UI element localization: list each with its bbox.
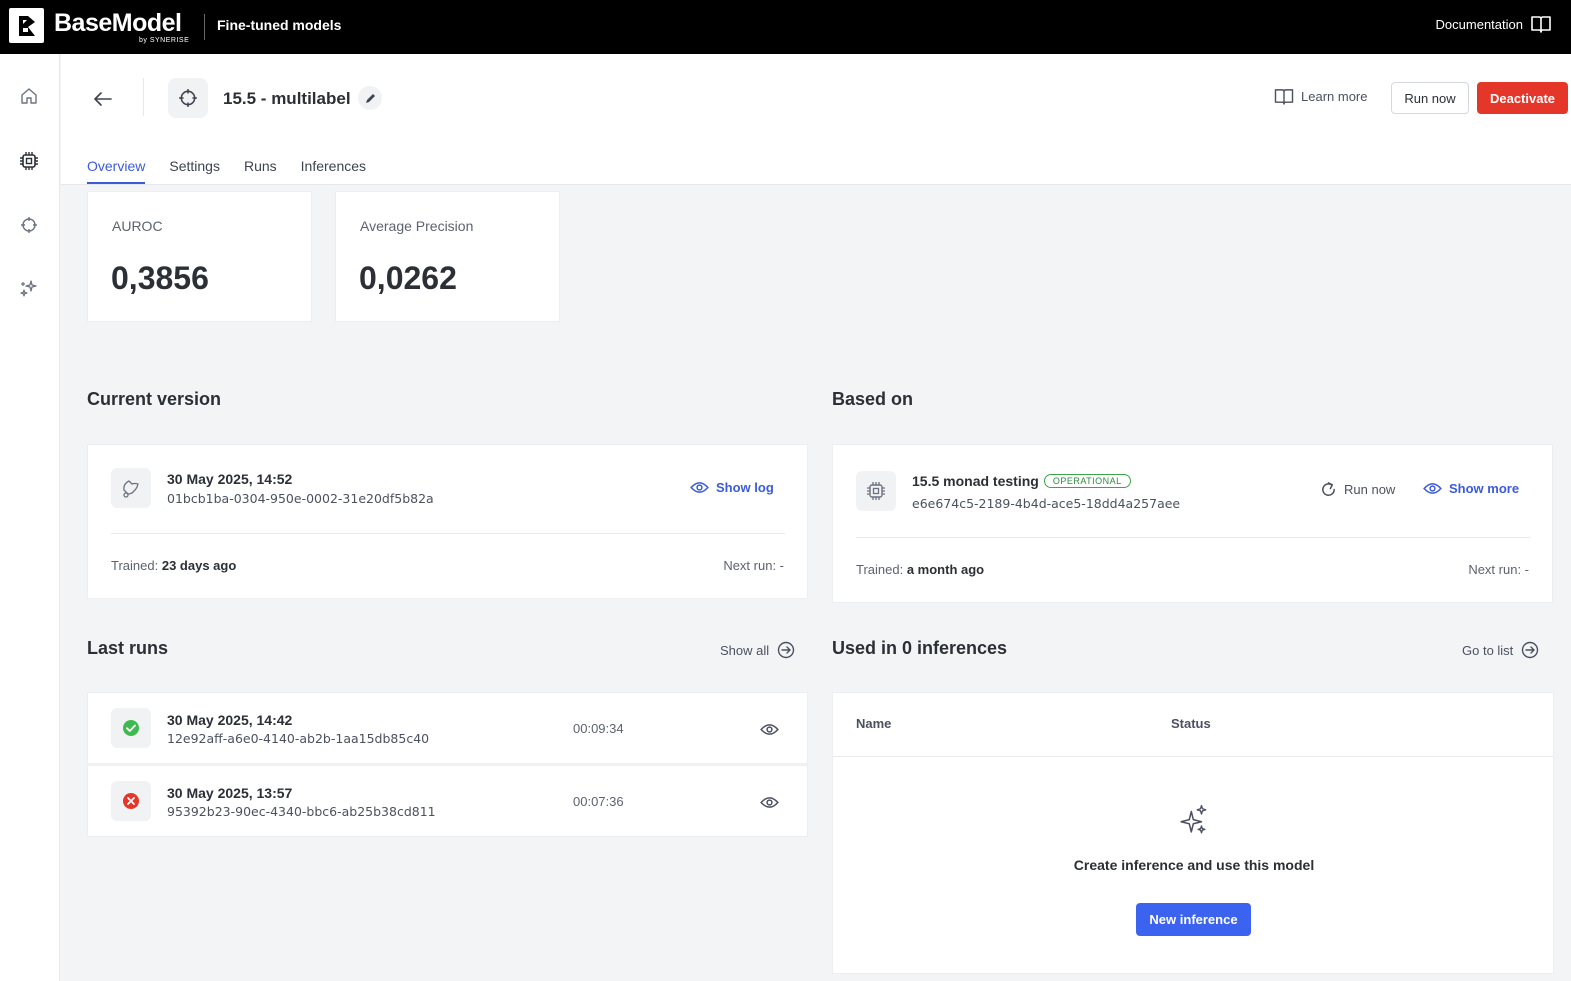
header-divider	[143, 78, 144, 116]
base-model-id: e6e674c5-2189-4b4d-ace5-18dd4a257aee	[912, 496, 1181, 511]
tab-overview[interactable]: Overview	[87, 158, 146, 184]
show-all-link[interactable]: Show all	[720, 641, 795, 659]
run-now-button[interactable]: Run now	[1391, 82, 1469, 114]
inferences-table: Name Status Create inference and use thi…	[832, 692, 1554, 974]
column-header-name[interactable]: Name	[856, 716, 891, 731]
go-to-list-label: Go to list	[1462, 642, 1514, 658]
empty-state-text: Create inference and use this model	[1073, 857, 1315, 873]
book-icon	[1274, 89, 1294, 105]
card-divider	[111, 533, 785, 534]
top-bar: BaseModel by SYNERISE Fine-tuned models …	[0, 0, 1571, 54]
run-row[interactable]: 30 May 2025, 13:57 95392b23-90ec-4340-bb…	[87, 765, 808, 837]
based-on-heading: Based on	[832, 389, 914, 409]
view-run-eye-icon[interactable]	[759, 792, 779, 812]
book-icon	[1531, 16, 1551, 33]
side-nav	[0, 54, 60, 981]
based-on-card: 15.5 monad testing OPERATIONAL e6e674c5-2…	[832, 444, 1553, 603]
crosshair-icon[interactable]	[18, 214, 40, 236]
run-now-label: Run now	[1344, 482, 1396, 497]
topbar-divider	[204, 14, 205, 40]
current-version-heading: Current version	[87, 389, 222, 409]
tab-runs[interactable]: Runs	[244, 158, 277, 184]
brand-subtitle: by SYNERISE	[139, 37, 190, 44]
show-more-label: Show more	[1449, 481, 1520, 496]
run-duration: 00:09:34	[573, 721, 624, 736]
go-to-list-link[interactable]: Go to list	[1462, 641, 1539, 659]
version-id: 01bcb1ba-0304-950e-0002-31e20df5b82a	[167, 491, 434, 506]
trained-value: 23 days ago	[161, 558, 237, 573]
chip-icon[interactable]	[18, 150, 40, 172]
learn-more-label: Learn more	[1301, 89, 1368, 104]
show-log-label: Show log	[716, 480, 774, 495]
trained-info: Trained: 23 days ago	[111, 558, 236, 573]
run-id: 12e92aff-a6e0-4140-ab2b-1aa15db85c40	[167, 731, 430, 746]
learn-more-link[interactable]: Learn more	[1274, 88, 1367, 105]
trained-info: Trained: a month ago	[856, 562, 984, 577]
deploy-icon	[111, 468, 151, 508]
deactivate-button[interactable]: Deactivate	[1477, 82, 1568, 114]
sparkles-icon	[1176, 803, 1210, 842]
metric-label: AUROC	[112, 218, 163, 234]
trained-value: a month ago	[906, 562, 985, 577]
model-crosshair-icon	[168, 78, 208, 118]
sparkles-icon[interactable]	[18, 278, 40, 300]
brand-name: BaseModel	[54, 9, 182, 37]
run-row[interactable]: 30 May 2025, 14:42 12e92aff-a6e0-4140-ab…	[87, 692, 808, 764]
success-check-icon	[111, 708, 151, 748]
arrow-circle-right-icon	[777, 641, 795, 659]
run-id: 95392b23-90ec-4340-bbc6-ab25b38cd811	[167, 804, 436, 819]
trained-label: Trained:	[111, 558, 159, 573]
documentation-link[interactable]: Documentation	[1436, 15, 1551, 33]
view-run-eye-icon[interactable]	[759, 719, 779, 739]
card-divider	[856, 537, 1530, 538]
arrow-left-icon	[94, 92, 112, 106]
metric-value: 0,0262	[359, 260, 457, 296]
run-date: 30 May 2025, 13:57	[167, 785, 293, 801]
section-title: Fine-tuned models	[217, 17, 342, 33]
refresh-icon	[1322, 482, 1335, 496]
column-header-status[interactable]: Status	[1171, 716, 1211, 731]
metric-card-average-precision: Average Precision 0,0262	[335, 191, 560, 322]
tab-bar: Overview Settings Runs Inferences	[87, 158, 366, 184]
table-header-divider	[833, 756, 1553, 757]
chip-icon	[856, 471, 896, 511]
base-model-name[interactable]: 15.5 monad testing	[912, 473, 1039, 489]
pencil-icon	[365, 93, 375, 103]
edit-title-button[interactable]	[358, 86, 382, 110]
eye-icon	[690, 482, 709, 493]
version-date: 30 May 2025, 14:52	[167, 471, 293, 487]
eye-icon	[1423, 483, 1442, 494]
metric-label: Average Precision	[360, 218, 474, 234]
show-more-link[interactable]: Show more	[1423, 481, 1519, 496]
page-header: 15.5 - multilabel Learn more Run now Dea…	[61, 54, 1571, 185]
next-run-info: Next run: -	[723, 558, 784, 573]
base-run-now-link[interactable]: Run now	[1320, 481, 1395, 498]
home-icon[interactable]	[18, 85, 40, 107]
metric-value: 0,3856	[111, 260, 209, 296]
show-all-label: Show all	[720, 642, 770, 658]
status-badge: OPERATIONAL	[1043, 474, 1131, 488]
failed-x-icon	[111, 781, 151, 821]
run-duration: 00:07:36	[573, 794, 624, 809]
new-inference-button[interactable]: New inference	[1136, 903, 1251, 936]
documentation-label: Documentation	[1435, 16, 1523, 32]
page-title: 15.5 - multilabel	[223, 89, 351, 108]
run-date: 30 May 2025, 14:42	[167, 712, 293, 728]
show-log-link[interactable]: Show log	[690, 480, 774, 495]
tab-inferences[interactable]: Inferences	[301, 158, 366, 184]
tab-settings[interactable]: Settings	[169, 158, 220, 184]
inferences-heading: Used in 0 inferences	[832, 638, 1008, 658]
last-runs-heading: Last runs	[87, 638, 169, 658]
arrow-circle-right-icon	[1522, 641, 1539, 659]
trained-label: Trained:	[856, 562, 904, 577]
next-run-info: Next run: -	[1468, 562, 1529, 577]
current-version-card: 30 May 2025, 14:52 01bcb1ba-0304-950e-00…	[87, 444, 808, 599]
metric-card-auroc: AUROC 0,3856	[87, 191, 312, 322]
basemodel-logo-icon[interactable]	[9, 8, 44, 43]
back-button[interactable]	[91, 87, 115, 111]
base-model-name-row: 15.5 monad testing OPERATIONAL	[912, 473, 1131, 489]
